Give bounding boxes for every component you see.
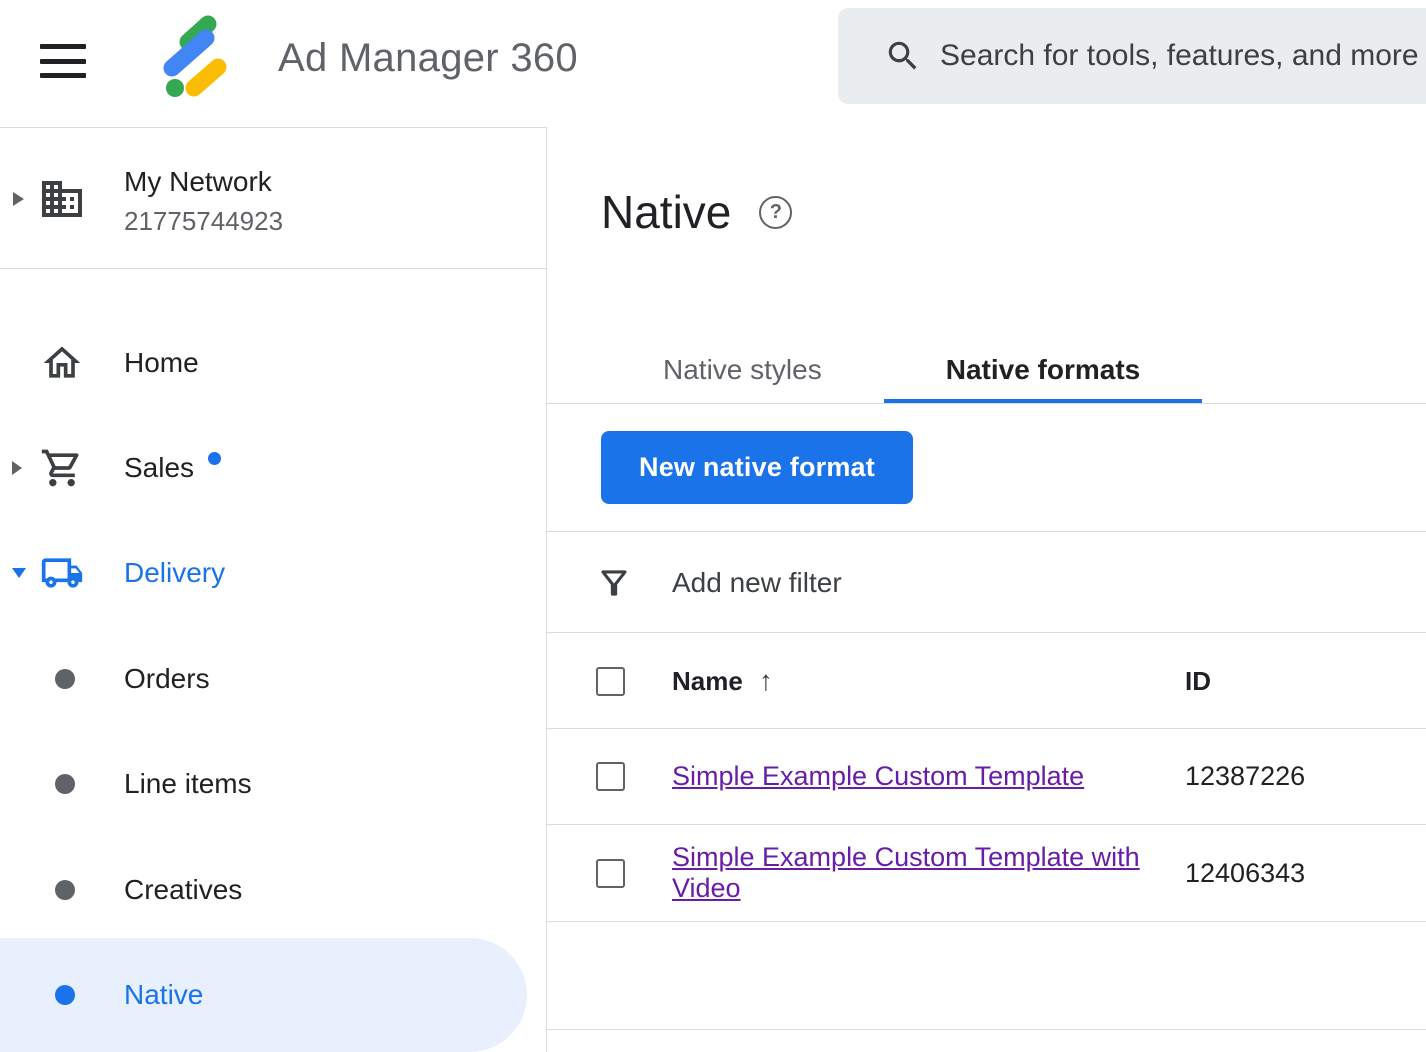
tab-native-styles[interactable]: Native styles — [601, 337, 884, 403]
network-info: My Network 21775744923 — [124, 166, 283, 237]
network-id: 21775744923 — [124, 206, 283, 237]
app-title: Ad Manager 360 — [278, 36, 578, 81]
sidebar-item-label: Orders — [124, 663, 210, 695]
network-name: My Network — [124, 166, 283, 198]
tab-native-formats[interactable]: Native formats — [884, 337, 1203, 403]
chevron-down-icon — [12, 568, 26, 578]
row-checkbox[interactable] — [596, 859, 625, 888]
sidebar-item-native[interactable]: Native — [0, 938, 527, 1052]
column-label: Name — [672, 666, 743, 697]
sidebar-item-home[interactable]: Home — [0, 335, 547, 391]
sidebar: My Network 21775744923 Home Sales Delive… — [0, 127, 547, 1052]
menu-icon[interactable] — [40, 42, 86, 80]
bullet-icon — [55, 774, 75, 794]
row-id-cell: 12387226 — [1185, 761, 1305, 792]
row-name-cell: Simple Example Custom Template — [672, 761, 1150, 792]
help-icon[interactable]: ? — [759, 196, 792, 229]
help-glyph: ? — [770, 201, 782, 224]
chevron-right-icon — [12, 461, 22, 475]
select-all-checkbox[interactable] — [596, 667, 625, 696]
sidebar-item-label: Home — [124, 347, 199, 379]
ad-manager-window: Ad Manager 360 My Network 21775744923 Ho… — [0, 0, 1426, 1052]
sort-ascending-icon: ↑ — [759, 665, 773, 697]
sidebar-item-line-items[interactable]: Line items — [0, 756, 547, 812]
top-app-bar: Ad Manager 360 — [0, 0, 1426, 127]
building-icon — [38, 175, 86, 223]
chevron-right-icon — [13, 192, 24, 206]
home-icon — [40, 341, 84, 385]
table-empty-area — [547, 922, 1426, 1030]
sidebar-item-orders[interactable]: Orders — [0, 651, 547, 707]
filter-bar[interactable]: Add new filter — [547, 533, 1426, 633]
new-native-format-button[interactable]: New native format — [601, 431, 913, 504]
sidebar-item-sales[interactable]: Sales — [0, 440, 547, 496]
row-id-cell: 12406343 — [1185, 858, 1305, 889]
truck-icon — [40, 551, 84, 595]
table-row: Simple Example Custom Template 12387226 — [547, 729, 1426, 825]
ad-manager-logo-icon — [148, 12, 244, 108]
table-row: Simple Example Custom Template with Vide… — [547, 825, 1426, 922]
native-format-link[interactable]: Simple Example Custom Template with Vide… — [672, 842, 1140, 903]
add-filter-label: Add new filter — [672, 567, 842, 599]
bullet-icon — [55, 669, 75, 689]
sidebar-item-label: Creatives — [124, 874, 242, 906]
tab-label: Native formats — [946, 354, 1141, 386]
row-name-cell: Simple Example Custom Template with Vide… — [672, 842, 1150, 904]
network-selector[interactable]: My Network 21775744923 — [0, 128, 546, 269]
column-header-id: ID — [1185, 666, 1211, 697]
tab-bar: Native styles Native formats — [547, 337, 1426, 404]
filter-icon — [595, 564, 633, 602]
page-title: Native — [601, 185, 731, 239]
main-content: Native ? Native styles Native formats Ne… — [547, 127, 1426, 1052]
cart-icon — [40, 446, 84, 490]
actions-bar: New native format — [547, 404, 1426, 532]
sidebar-item-creatives[interactable]: Creatives — [0, 862, 547, 918]
tab-label: Native styles — [663, 354, 822, 386]
native-format-link[interactable]: Simple Example Custom Template — [672, 761, 1084, 791]
sidebar-item-label: Line items — [124, 768, 252, 800]
sidebar-item-label: Delivery — [124, 557, 225, 589]
sidebar-item-delivery[interactable]: Delivery — [0, 545, 547, 601]
page-header: Native ? — [601, 185, 792, 239]
sidebar-item-label: Sales — [124, 452, 194, 484]
sidebar-item-label: Native — [124, 979, 203, 1011]
search-icon — [884, 37, 922, 75]
column-header-name[interactable]: Name ↑ — [672, 665, 1150, 697]
table-header-row: Name ↑ ID — [547, 634, 1426, 729]
bullet-icon — [55, 985, 75, 1005]
global-search[interactable] — [838, 8, 1426, 104]
bullet-icon — [55, 880, 75, 900]
search-input[interactable] — [940, 39, 1426, 73]
notification-dot — [208, 452, 221, 465]
row-checkbox[interactable] — [596, 762, 625, 791]
